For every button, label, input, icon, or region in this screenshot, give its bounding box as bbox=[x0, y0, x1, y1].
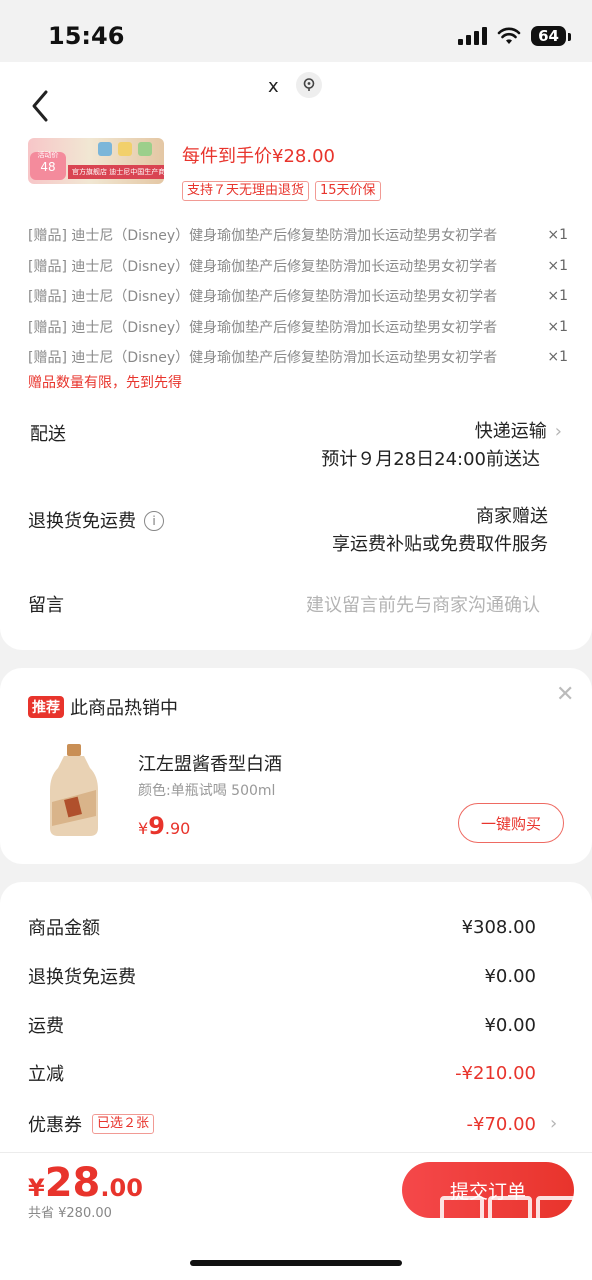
coupon-value: -¥70.00 bbox=[466, 1113, 536, 1135]
thumbnail-brand-strip: 官方旗舰店 迪士尼中国生产商 bbox=[68, 165, 164, 179]
gift-quantity: ×1 bbox=[547, 318, 568, 335]
return-shipping-row: 退换货免运费 i bbox=[28, 507, 164, 533]
back-arrow-icon[interactable] bbox=[26, 86, 56, 126]
goods-amount-value: ¥308.00 bbox=[461, 916, 536, 938]
gift-note: 赠品数量有限，先到先得 bbox=[28, 375, 182, 391]
watermark-logo bbox=[440, 1196, 580, 1242]
recommend-badge: 推荐 bbox=[28, 696, 64, 718]
return-fee-value: ¥0.00 bbox=[484, 965, 536, 987]
coupon-selected-tag: 已选２张 bbox=[92, 1114, 155, 1134]
gift-quantity: ×1 bbox=[547, 257, 568, 274]
gift-name: [赠品] 迪士尼（Disney）健身瑜伽垫产后修复垫防滑加长运动垫男女初学者 bbox=[28, 319, 498, 336]
message-input[interactable]: 建议留言前先与商家沟通确认 bbox=[306, 591, 540, 617]
delivery-label: 配送 bbox=[30, 424, 66, 445]
shipping-fee-row: 运费 ¥0.00 bbox=[28, 1012, 536, 1038]
goods-amount-row: 商品金额 ¥308.00 bbox=[28, 914, 536, 940]
return-shipping-info: 商家赠送 享运费补贴或免费取件服务 bbox=[332, 503, 548, 559]
wifi-icon bbox=[497, 27, 521, 44]
recommend-title: 此商品热销中 bbox=[70, 698, 178, 719]
total-saved: 共省 ¥280.00 bbox=[28, 1206, 112, 1221]
delivery-selector[interactable]: 快递运输 › 预计９月28日24:00前送达 bbox=[321, 418, 562, 474]
gift-item: [赠品] 迪士尼（Disney）健身瑜伽垫产后修复垫防滑加长运动垫男女初学者 ×… bbox=[28, 281, 568, 312]
location-pin-icon bbox=[303, 78, 315, 91]
coupon-label: 优惠券 bbox=[28, 1115, 82, 1136]
return-shipping-desc: 享运费补贴或免费取件服务 bbox=[332, 534, 548, 555]
gift-name: [赠品] 迪士尼（Disney）健身瑜伽垫产后修复垫防滑加长运动垫男女初学者 bbox=[28, 228, 498, 245]
footer-divider bbox=[0, 1152, 592, 1153]
gift-quantity: ×1 bbox=[547, 288, 568, 305]
shipping-fee-value: ¥0.00 bbox=[484, 1014, 536, 1036]
recommend-item-price: ¥9.90 bbox=[138, 812, 191, 840]
cellular-signal-icon bbox=[458, 27, 488, 45]
product-image[interactable] bbox=[46, 742, 102, 838]
return-shipping-value: 商家赠送 bbox=[476, 506, 548, 527]
gift-item: [赠品] 迪士尼（Disney）健身瑜伽垫产后修复垫防滑加长运动垫男女初学者 ×… bbox=[28, 342, 568, 373]
product-thumbnail[interactable]: 活动价 48 官方旗舰店 迪士尼中国生产商 bbox=[28, 138, 164, 184]
close-icon[interactable]: ✕ bbox=[556, 682, 574, 707]
gift-quantity: ×1 bbox=[547, 227, 568, 244]
gift-name: [赠品] 迪士尼（Disney）健身瑜伽垫产后修复垫防滑加长运动垫男女初学者 bbox=[28, 350, 498, 367]
price-protection-tag: 15天价保 bbox=[315, 181, 381, 201]
status-time: 15:46 bbox=[48, 22, 125, 50]
chevron-right-icon: › bbox=[554, 421, 562, 442]
info-icon[interactable]: i bbox=[144, 511, 164, 531]
close-icon[interactable]: x bbox=[268, 76, 279, 97]
service-tags: 支持７天无理由退货 15天价保 bbox=[182, 181, 381, 201]
goods-amount-label: 商品金额 bbox=[28, 918, 100, 939]
gift-item: [赠品] 迪士尼（Disney）健身瑜伽垫产后修复垫防滑加长运动垫男女初学者 ×… bbox=[28, 312, 568, 343]
mini-program-icon[interactable] bbox=[296, 72, 322, 98]
home-indicator[interactable] bbox=[190, 1260, 402, 1266]
gift-quantity: ×1 bbox=[547, 349, 568, 366]
chevron-right-icon[interactable]: › bbox=[550, 1113, 557, 1134]
status-icons: 64 bbox=[458, 26, 571, 46]
gift-item: [赠品] 迪士尼（Disney）健身瑜伽垫产后修复垫防滑加长运动垫男女初学者 ×… bbox=[28, 251, 568, 282]
return-fee-label: 退换货免运费 bbox=[28, 967, 136, 988]
unit-price: 每件到手价¥28.00 bbox=[182, 146, 335, 167]
return-shipping-label: 退换货免运费 bbox=[28, 511, 136, 532]
delivery-method: 快递运输 bbox=[474, 421, 547, 442]
watermark-text: zhizhizhi.com bbox=[438, 1250, 559, 1268]
gift-name: [赠品] 迪士尼（Disney）健身瑜伽垫产后修复垫防滑加长运动垫男女初学者 bbox=[28, 258, 498, 275]
shipping-fee-label: 运费 bbox=[28, 1016, 64, 1037]
gift-name: [赠品] 迪士尼（Disney）健身瑜伽垫产后修复垫防滑加长运动垫男女初学者 bbox=[28, 289, 498, 306]
delivery-eta: 预计９月28日24:00前送达 bbox=[321, 449, 540, 470]
battery-indicator: 64 bbox=[531, 26, 571, 46]
instant-discount-row: 立减 -¥210.00 bbox=[28, 1060, 536, 1086]
message-label: 留言 bbox=[28, 595, 64, 616]
return-policy-tag: 支持７天无理由退货 bbox=[182, 181, 310, 201]
coupon-row[interactable]: 优惠券 已选２张 -¥70.00 bbox=[28, 1111, 536, 1137]
one-click-buy-button[interactable]: 一键购买 bbox=[458, 803, 564, 843]
recommend-item-name: 江左盟酱香型白酒 bbox=[138, 754, 282, 775]
thumbnail-price-badge: 活动价 48 bbox=[30, 151, 66, 180]
instant-discount-label: 立减 bbox=[28, 1064, 64, 1085]
order-total: ¥28.00 bbox=[28, 1160, 143, 1206]
gift-list: [赠品] 迪士尼（Disney）健身瑜伽垫产后修复垫防滑加长运动垫男女初学者 ×… bbox=[28, 220, 568, 373]
recommend-item-spec: 颜色:单瓶试喝 500ml bbox=[138, 783, 276, 799]
return-fee-row: 退换货免运费 ¥0.00 bbox=[28, 963, 536, 989]
gift-item: [赠品] 迪士尼（Disney）健身瑜伽垫产后修复垫防滑加长运动垫男女初学者 ×… bbox=[28, 220, 568, 251]
instant-discount-value: -¥210.00 bbox=[455, 1062, 536, 1084]
